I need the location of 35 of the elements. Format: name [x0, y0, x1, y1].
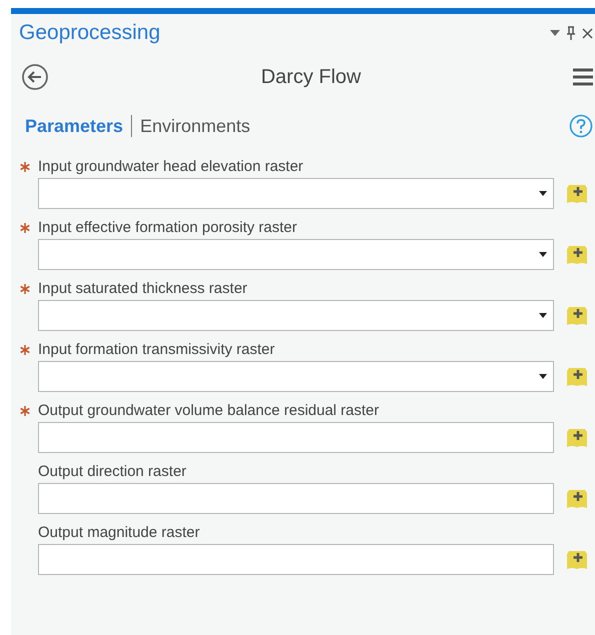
close-icon[interactable] [582, 28, 593, 38]
help-icon[interactable] [569, 114, 593, 138]
dropdown-icon[interactable] [550, 30, 560, 36]
add-data-icon[interactable] [566, 184, 588, 204]
add-data-icon[interactable] [566, 428, 588, 448]
parameter-label: Output direction raster [38, 462, 186, 482]
parameter-label: Output groundwater volume balance residual raster [38, 400, 380, 421]
input-field[interactable] [38, 544, 554, 575]
tab[interactable]: Environments [140, 112, 250, 140]
add-data-icon[interactable] [566, 366, 588, 386]
add-data-icon[interactable] [566, 550, 588, 570]
parameter-label: Input groundwater head elevation raster [38, 156, 304, 177]
parameter-label: Input saturated thickness raster [38, 278, 248, 299]
input-field[interactable] [38, 483, 554, 514]
back-icon[interactable] [21, 63, 49, 91]
parameter-label: Output magnitude raster [38, 522, 200, 543]
add-data-icon[interactable] [566, 306, 588, 326]
pane-title: Geoprocessing [19, 20, 160, 46]
tool-title: Darcy Flow [260, 65, 362, 90]
add-data-icon[interactable] [566, 488, 588, 508]
caret-icon [539, 313, 547, 318]
dropdown-field[interactable] [38, 178, 554, 209]
parameter-label: Input formation transmissivity raster [38, 340, 275, 360]
menu-icon[interactable] [573, 68, 593, 86]
input-field[interactable] [38, 422, 554, 453]
pin-icon[interactable] [566, 26, 576, 40]
tab[interactable]: Parameters [25, 112, 124, 140]
caret-icon [539, 374, 547, 379]
dropdown-field[interactable] [38, 361, 554, 392]
parameter-label: Input effective formation porosity raster [38, 218, 298, 238]
add-data-icon[interactable] [566, 244, 588, 264]
dropdown-field[interactable] [38, 239, 554, 270]
dropdown-field[interactable] [38, 300, 554, 331]
caret-icon [539, 252, 547, 257]
caret-icon [539, 191, 547, 196]
